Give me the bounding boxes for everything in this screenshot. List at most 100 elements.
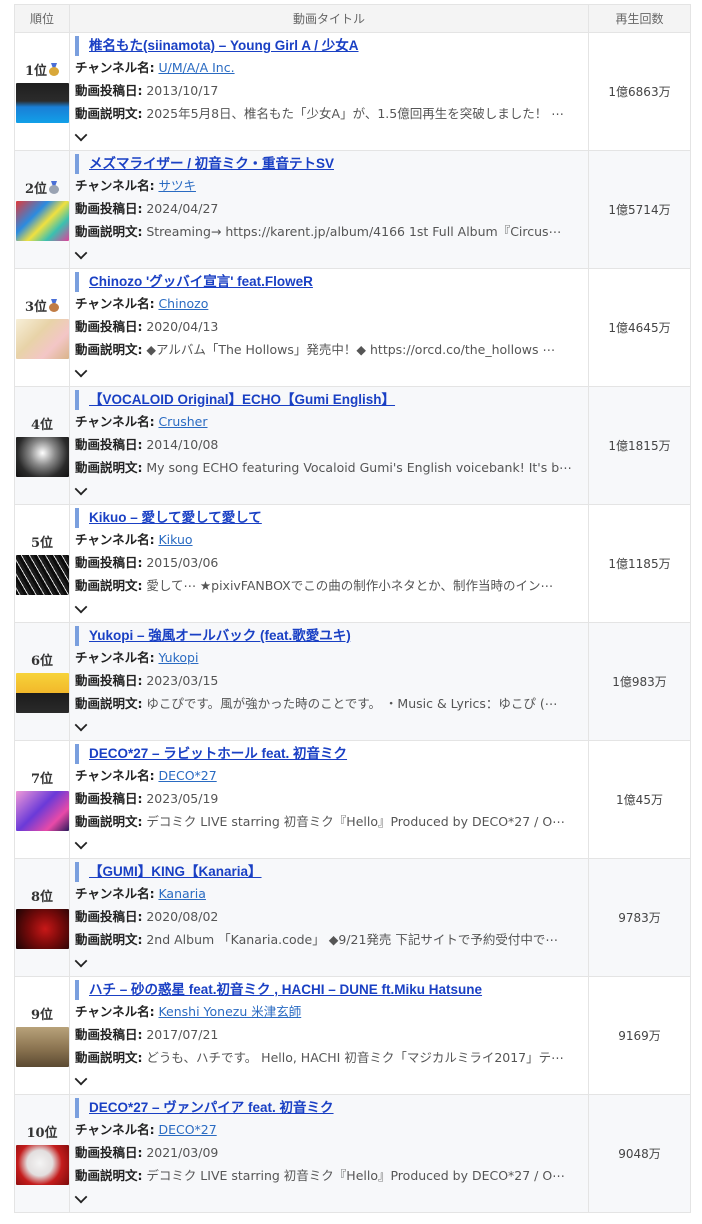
rank-label: 6位: [30, 654, 54, 669]
video-title-link[interactable]: メズマライザー / 初音ミク・重音テトSV: [89, 156, 334, 171]
column-header-rank: 順位: [14, 4, 70, 33]
table-row: 10位 DECO*27 – ヴァンパイア feat. 初音ミク チャンネル名: …: [14, 1094, 691, 1213]
video-info-cell: 椎名もた(siinamota) – Young Girl A / 少女A チャン…: [69, 32, 589, 151]
gold-medal-icon: [49, 63, 60, 76]
date-label: 動画投稿日:: [75, 437, 143, 452]
date-label: 動画投稿日:: [75, 319, 143, 334]
video-description: My song ECHO featuring Vocaloid Gumi's E…: [146, 460, 572, 475]
date-label: 動画投稿日:: [75, 555, 143, 570]
view-count: 1億5714万: [588, 150, 691, 269]
description-label: 動画説明文:: [75, 224, 143, 239]
video-thumbnail[interactable]: [15, 555, 69, 595]
channel-link[interactable]: Yukopi: [158, 650, 198, 665]
rank-label: 2位: [24, 182, 48, 197]
upload-date: 2021/03/09: [146, 1145, 219, 1160]
table-row: 5位 Kikuo – 愛して愛して愛して チャンネル名: Kikuo 動画投稿日…: [14, 504, 691, 623]
upload-date: 2013/10/17: [146, 83, 219, 98]
rank-cell: 9位: [14, 976, 70, 1095]
rank-label: 1位: [24, 64, 48, 79]
expand-chevron-down-icon[interactable]: [74, 364, 88, 378]
video-thumbnail[interactable]: [15, 1027, 69, 1067]
column-header-views: 再生回数: [588, 4, 691, 33]
channel-link[interactable]: Kikuo: [158, 532, 192, 547]
upload-date: 2020/08/02: [146, 909, 219, 924]
video-title-link[interactable]: 【VOCALOID Original】ECHO【Gumi English】: [89, 392, 395, 407]
video-info-cell: 【VOCALOID Original】ECHO【Gumi English】 チャ…: [69, 386, 589, 505]
video-thumbnail[interactable]: [15, 319, 69, 359]
channel-label: チャンネル名:: [75, 1004, 155, 1019]
expand-chevron-down-icon[interactable]: [74, 482, 88, 496]
video-info-cell: ハチ – 砂の惑星 feat.初音ミク , HACHI – DUNE ft.Mi…: [69, 976, 589, 1095]
channel-link[interactable]: Crusher: [158, 414, 207, 429]
channel-link[interactable]: DECO*27: [158, 1122, 216, 1137]
upload-date: 2023/05/19: [146, 791, 219, 806]
video-title-link[interactable]: DECO*27 – ラビットホール feat. 初音ミク: [89, 746, 347, 761]
rank-cell: 1位: [14, 32, 70, 151]
view-count: 1億4645万: [588, 268, 691, 387]
rank-cell: 4位: [14, 386, 70, 505]
video-info-cell: DECO*27 – ヴァンパイア feat. 初音ミク チャンネル名: DECO…: [69, 1094, 589, 1213]
table-row: 1位 椎名もた(siinamota) – Young Girl A / 少女A …: [14, 32, 691, 151]
rank-cell: 2位: [14, 150, 70, 269]
upload-date: 2020/04/13: [146, 319, 219, 334]
rank-cell: 8位: [14, 858, 70, 977]
upload-date: 2023/03/15: [146, 673, 219, 688]
expand-chevron-down-icon[interactable]: [74, 246, 88, 260]
channel-label: チャンネル名:: [75, 1122, 155, 1137]
video-thumbnail[interactable]: [15, 1145, 69, 1185]
expand-chevron-down-icon[interactable]: [74, 1190, 88, 1204]
table-row: 9位 ハチ – 砂の惑星 feat.初音ミク , HACHI – DUNE ft…: [14, 976, 691, 1095]
video-thumbnail[interactable]: [15, 909, 69, 949]
video-thumbnail[interactable]: [15, 201, 69, 241]
expand-chevron-down-icon[interactable]: [74, 1072, 88, 1086]
rank-label: 7位: [30, 772, 54, 787]
channel-link[interactable]: Kanaria: [158, 886, 206, 901]
video-description: デコミク LIVE starring 初音ミク『Hello』Produced b…: [146, 1168, 565, 1183]
video-title-link[interactable]: Yukopi – 強風オールバック (feat.歌愛ユキ): [89, 628, 351, 643]
expand-chevron-down-icon[interactable]: [74, 128, 88, 142]
description-label: 動画説明文:: [75, 696, 143, 711]
video-title-link[interactable]: Chinozo 'グッバイ宣言' feat.FloweR: [89, 274, 313, 289]
video-info-cell: Chinozo 'グッバイ宣言' feat.FloweR チャンネル名: Chi…: [69, 268, 589, 387]
channel-link[interactable]: サツキ: [158, 178, 196, 193]
channel-link[interactable]: Chinozo: [158, 296, 208, 311]
video-info-cell: メズマライザー / 初音ミク・重音テトSV チャンネル名: サツキ 動画投稿日:…: [69, 150, 589, 269]
channel-link[interactable]: Kenshi Yonezu 米津玄師: [158, 1004, 301, 1019]
upload-date: 2014/10/08: [146, 437, 219, 452]
view-count: 9048万: [588, 1094, 691, 1213]
video-description: デコミク LIVE starring 初音ミク『Hello』Produced b…: [146, 814, 565, 829]
video-description: ◆アルバム「The Hollows」発売中！◆ https://orcd.co/…: [146, 342, 555, 357]
view-count: 9169万: [588, 976, 691, 1095]
view-count: 1億1815万: [588, 386, 691, 505]
channel-label: チャンネル名:: [75, 768, 155, 783]
rank-label: 5位: [30, 536, 54, 551]
video-title-link[interactable]: 【GUMI】KING【Kanaria】: [89, 864, 262, 879]
view-count: 9783万: [588, 858, 691, 977]
expand-chevron-down-icon[interactable]: [74, 718, 88, 732]
rank-label: 10位: [26, 1126, 58, 1141]
description-label: 動画説明文:: [75, 342, 143, 357]
rank-cell: 5位: [14, 504, 70, 623]
ranking-table: 順位 動画タイトル 再生回数 1位 椎名もた(siinamota) – Youn…: [14, 4, 691, 1213]
video-info-cell: Yukopi – 強風オールバック (feat.歌愛ユキ) チャンネル名: Yu…: [69, 622, 589, 741]
video-thumbnail[interactable]: [15, 83, 69, 123]
expand-chevron-down-icon[interactable]: [74, 954, 88, 968]
channel-link[interactable]: U/M/A/A Inc.: [158, 60, 234, 75]
expand-chevron-down-icon[interactable]: [74, 600, 88, 614]
video-title-link[interactable]: ハチ – 砂の惑星 feat.初音ミク , HACHI – DUNE ft.Mi…: [89, 982, 482, 997]
table-row: 8位 【GUMI】KING【Kanaria】 チャンネル名: Kanaria 動…: [14, 858, 691, 977]
video-thumbnail[interactable]: [15, 791, 69, 831]
channel-link[interactable]: DECO*27: [158, 768, 216, 783]
video-title-link[interactable]: Kikuo – 愛して愛して愛して: [89, 510, 262, 525]
video-title-link[interactable]: DECO*27 – ヴァンパイア feat. 初音ミク: [89, 1100, 334, 1115]
video-thumbnail[interactable]: [15, 437, 69, 477]
upload-date: 2015/03/06: [146, 555, 219, 570]
description-label: 動画説明文:: [75, 814, 143, 829]
expand-chevron-down-icon[interactable]: [74, 836, 88, 850]
channel-label: チャンネル名:: [75, 178, 155, 193]
date-label: 動画投稿日:: [75, 1027, 143, 1042]
video-title-link[interactable]: 椎名もた(siinamota) – Young Girl A / 少女A: [89, 38, 359, 53]
video-thumbnail[interactable]: [15, 673, 69, 713]
silver-medal-icon: [49, 181, 60, 194]
upload-date: 2024/04/27: [146, 201, 219, 216]
